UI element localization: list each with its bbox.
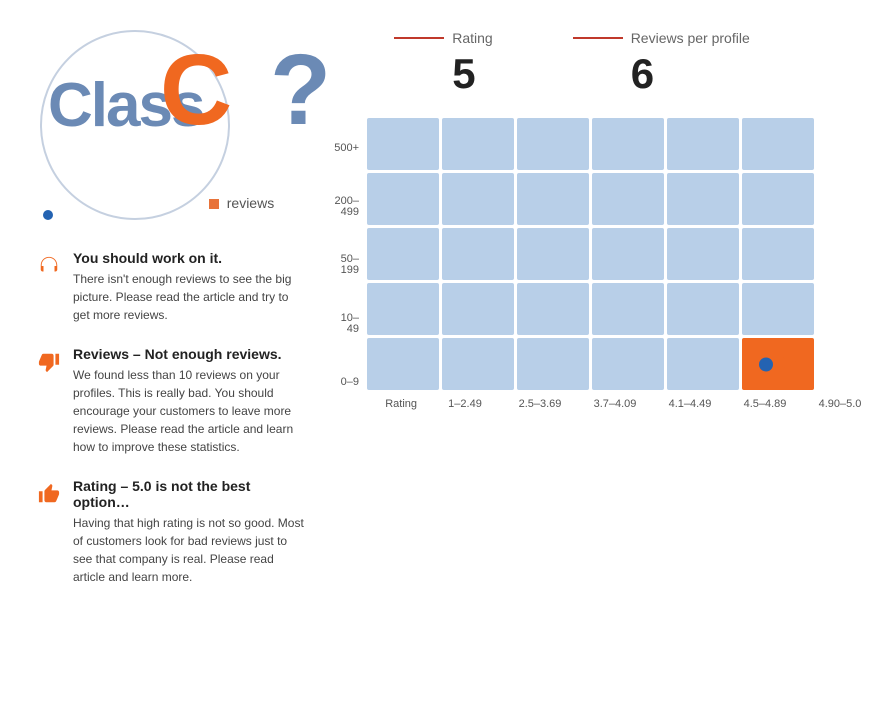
grid-cell-2-3: [592, 228, 664, 280]
tip-title-reviews: Reviews – Not enough reviews.: [73, 346, 304, 362]
grid-cell-4-2: [517, 338, 589, 390]
active-cell-label: C?: [773, 354, 797, 375]
right-panel: Rating 5 Reviews per profile 6 500+ 200–…: [324, 0, 896, 711]
x-label-2: 3.7–4.09: [579, 398, 651, 410]
y-axis: 500+ 200–499 50–199 10–49 0–9: [334, 118, 359, 408]
tip-item-work: You should work on it. There isn't enoug…: [35, 250, 304, 324]
reviews-label-square: [209, 199, 219, 209]
x-label-5: 4.90–5.0: [804, 398, 876, 410]
tip-content-reviews: Reviews – Not enough reviews. We found l…: [73, 346, 304, 456]
x-axis-row: Rating 1–2.492.5–3.693.7–4.094.1–4.494.5…: [367, 398, 876, 410]
rating-stat-header: Rating: [394, 30, 492, 46]
heatmap-grid: C?: [367, 118, 876, 390]
grid-and-x: C? Rating 1–2.492.5–3.693.7–4.094.1–4.49…: [367, 118, 876, 410]
y-label-50-199: 50–199: [334, 239, 359, 291]
grid-cell-0-4: [667, 118, 739, 170]
grid-cell-0-0: [367, 118, 439, 170]
y-label-10-49: 10–49: [334, 298, 359, 350]
grid-cell-3-4: [667, 283, 739, 335]
active-cell-dot: [759, 357, 773, 371]
x-labels-grid: 1–2.492.5–3.693.7–4.094.1–4.494.5–4.894.…: [429, 398, 876, 410]
grid-cell-3-0: [367, 283, 439, 335]
grid-cell-1-1: [442, 173, 514, 225]
x-axis-title: Rating: [367, 398, 417, 410]
reviews-label: reviews: [209, 195, 274, 211]
class-display: Class C ? reviews: [30, 20, 304, 240]
grid-cell-3-5: [742, 283, 814, 335]
grid-cell-2-0: [367, 228, 439, 280]
tip-title-work: You should work on it.: [73, 250, 304, 266]
grid-cell-1-5: [742, 173, 814, 225]
tip-item-reviews: Reviews – Not enough reviews. We found l…: [35, 346, 304, 456]
left-panel: Class C ? reviews You should work on it.…: [0, 0, 324, 711]
reviews-stat-header: Reviews per profile: [573, 30, 750, 46]
grid-cell-0-1: [442, 118, 514, 170]
headphone-icon: [35, 252, 63, 280]
stats-row: Rating 5 Reviews per profile 6: [334, 30, 876, 98]
grid-cell-2-1: [442, 228, 514, 280]
grid-cell-1-2: [517, 173, 589, 225]
grid-cell-1-4: [667, 173, 739, 225]
grid-cell-3-2: [517, 283, 589, 335]
page-container: Class C ? reviews You should work on it.…: [0, 0, 896, 711]
reviews-stat-value: 6: [631, 50, 654, 98]
tips-section: You should work on it. There isn't enoug…: [30, 250, 304, 586]
tip-body-rating: Having that high rating is not so good. …: [73, 514, 304, 586]
reviews-stat-block: Reviews per profile 6: [573, 30, 750, 98]
grid-cell-4-1: [442, 338, 514, 390]
grid-cell-2-2: [517, 228, 589, 280]
grid-cell-1-0: [367, 173, 439, 225]
thumbdown-icon: [35, 348, 63, 376]
rating-stat-block: Rating 5: [394, 30, 492, 98]
grid-cell-4-5: C?: [742, 338, 814, 390]
x-label-3: 4.1–4.49: [654, 398, 726, 410]
tip-title-rating: Rating – 5.0 is not the best option…: [73, 478, 304, 510]
x-label-0: 1–2.49: [429, 398, 501, 410]
dot-indicator: [43, 210, 53, 220]
tip-body-reviews: We found less than 10 reviews on your pr…: [73, 366, 304, 456]
y-label-500plus: 500+: [334, 122, 359, 174]
class-letter: C: [160, 40, 232, 140]
tip-content-work: You should work on it. There isn't enoug…: [73, 250, 304, 324]
rating-stat-value: 5: [452, 50, 475, 98]
grid-cell-4-3: [592, 338, 664, 390]
reviews-stat-label: Reviews per profile: [631, 30, 750, 46]
grid-cell-2-4: [667, 228, 739, 280]
thumbup-icon: [35, 480, 63, 508]
grid-cell-2-5: [742, 228, 814, 280]
grid-cell-0-3: [592, 118, 664, 170]
grid-cell-4-0: [367, 338, 439, 390]
y-label-0-9: 0–9: [334, 356, 359, 408]
rating-stat-line: [394, 37, 444, 39]
grid-container: 500+ 200–499 50–199 10–49 0–9 C? Rating …: [334, 118, 876, 410]
grid-cell-3-1: [442, 283, 514, 335]
grid-cell-0-5: [742, 118, 814, 170]
rating-stat-label: Rating: [452, 30, 492, 46]
grid-cell-3-3: [592, 283, 664, 335]
tip-body-work: There isn't enough reviews to see the bi…: [73, 270, 304, 324]
class-question-mark: ?: [270, 40, 331, 140]
y-label-200-499: 200–499: [334, 181, 359, 233]
grid-cell-0-2: [517, 118, 589, 170]
grid-cell-4-4: [667, 338, 739, 390]
tip-item-rating: Rating – 5.0 is not the best option… Hav…: [35, 478, 304, 586]
x-label-4: 4.5–4.89: [729, 398, 801, 410]
reviews-label-text: reviews: [227, 195, 274, 211]
active-cell-content: C?: [759, 354, 797, 375]
grid-cell-1-3: [592, 173, 664, 225]
x-label-1: 2.5–3.69: [504, 398, 576, 410]
tip-content-rating: Rating – 5.0 is not the best option… Hav…: [73, 478, 304, 586]
reviews-stat-line: [573, 37, 623, 39]
